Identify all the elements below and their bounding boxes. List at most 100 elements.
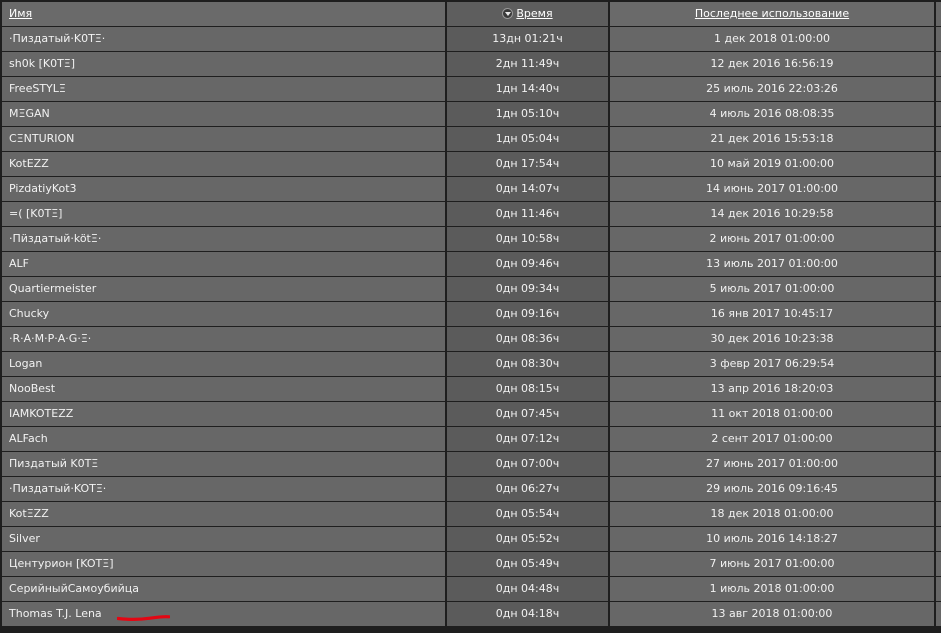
cell-time: 0дн 14:07ч: [447, 177, 608, 201]
cell-name: MΞGAN: [2, 102, 445, 126]
row-scroll-edge: [936, 527, 941, 551]
row-scroll-edge: [936, 377, 941, 401]
table-row[interactable]: ·Пӥздатый·kötΞ· 0дн 10:58ч 2 июнь 2017 01:…: [0, 227, 941, 251]
cell-name: ·R·A·M·P·A·G·Ξ·: [2, 327, 445, 351]
cell-time: 0дн 05:52ч: [447, 527, 608, 551]
row-scroll-edge: [936, 77, 941, 101]
sort-descending-icon[interactable]: [502, 8, 514, 19]
row-scroll-edge: [936, 27, 941, 51]
header-time[interactable]: Время: [447, 2, 608, 26]
table-row[interactable]: CΞNTURION 1дн 05:04ч 21 дек 2016 15:53:18: [0, 127, 941, 151]
cell-name: Silver: [2, 527, 445, 551]
row-scroll-edge: [936, 302, 941, 326]
table-row[interactable]: Thomas T.J. Lena 0дн 04:18ч 13 авг 2018 01…: [0, 602, 941, 626]
cell-time: 0дн 11:46ч: [447, 202, 608, 226]
row-scroll-edge: [936, 402, 941, 426]
cell-time: 0дн 07:00ч: [447, 452, 608, 476]
cell-name: CΞNTURION: [2, 127, 445, 151]
row-scroll-edge: [936, 227, 941, 251]
header-name-link[interactable]: Имя: [9, 7, 32, 20]
table-row[interactable]: KotΞZZ 0дн 05:54ч 18 дек 2018 01:00:00: [0, 502, 941, 526]
table-row[interactable]: FreeSTYLΞ 1дн 14:40ч 25 июль 2016 22:03:26: [0, 77, 941, 101]
cell-last-used: 10 июль 2016 14:18:27: [610, 527, 934, 551]
table-row[interactable]: ALF 0дн 09:46ч 13 июль 2017 01:00:00: [0, 252, 941, 276]
table-row[interactable]: Пиздатый K0TΞ 0дн 07:00ч 27 июнь 2017 01:0…: [0, 452, 941, 476]
row-scroll-edge: [936, 277, 941, 301]
table-row[interactable]: СерийныйСамоубийца 0дн 04:48ч 1 июль 2018 …: [0, 577, 941, 601]
row-scroll-edge: [936, 252, 941, 276]
table-row[interactable]: Центурион [KOTΞ] 0дн 05:49ч 7 июнь 2017 01…: [0, 552, 941, 576]
cell-time: 0дн 08:30ч: [447, 352, 608, 376]
cell-name: =( [K0TΞ]: [2, 202, 445, 226]
cell-last-used: 7 июнь 2017 01:00:00: [610, 552, 934, 576]
row-scroll-edge: [936, 577, 941, 601]
row-scroll-edge: [936, 352, 941, 376]
table-row[interactable]: IAMKOTEZZ 0дн 07:45ч 11 окт 2018 01:00:00: [0, 402, 941, 426]
cell-name: СерийныйСамоубийца: [2, 577, 445, 601]
cell-name: Logan: [2, 352, 445, 376]
cell-time: 1дн 05:04ч: [447, 127, 608, 151]
table-row[interactable]: Logan 0дн 08:30ч 3 февр 2017 06:29:54: [0, 352, 941, 376]
row-scroll-edge: [936, 202, 941, 226]
table-row[interactable]: Silver 0дн 05:52ч 10 июль 2016 14:18:27: [0, 527, 941, 551]
cell-time: 0дн 09:16ч: [447, 302, 608, 326]
cell-name: KotΞZZ: [2, 502, 445, 526]
cell-time: 0дн 04:48ч: [447, 577, 608, 601]
cell-last-used: 27 июнь 2017 01:00:00: [610, 452, 934, 476]
table-row[interactable]: sh0k [K0TΞ] 2дн 11:49ч 12 дек 2016 16:56:1…: [0, 52, 941, 76]
header-name[interactable]: Имя: [2, 2, 445, 26]
cell-time: 0дн 05:54ч: [447, 502, 608, 526]
cell-last-used: 14 дек 2016 10:29:58: [610, 202, 934, 226]
table-row[interactable]: Chucky 0дн 09:16ч 16 янв 2017 10:45:17: [0, 302, 941, 326]
table-row[interactable]: ALFach 0дн 07:12ч 2 сент 2017 01:00:00: [0, 427, 941, 451]
table-row[interactable]: ·Пиздатый·K0TΞ· 13дн 01:21ч 1 дек 2018 01:…: [0, 27, 941, 51]
cell-last-used: 25 июль 2016 22:03:26: [610, 77, 934, 101]
cell-time: 0дн 06:27ч: [447, 477, 608, 501]
cell-last-used: 2 июнь 2017 01:00:00: [610, 227, 934, 251]
header-scroll-edge: [936, 2, 941, 26]
cell-name: Quartiermeister: [2, 277, 445, 301]
cell-time: 0дн 07:45ч: [447, 402, 608, 426]
table-row[interactable]: NooBest 0дн 08:15ч 13 апр 2016 18:20:03: [0, 377, 941, 401]
table-row[interactable]: MΞGAN 1дн 05:10ч 4 июль 2016 08:08:35: [0, 102, 941, 126]
cell-last-used: 1 дек 2018 01:00:00: [610, 27, 934, 51]
table-header: Имя Время Последнее использование: [0, 2, 941, 26]
cell-last-used: 13 июль 2017 01:00:00: [610, 252, 934, 276]
cell-last-used: 2 сент 2017 01:00:00: [610, 427, 934, 451]
cell-name: ALFach: [2, 427, 445, 451]
cell-last-used: 1 июль 2018 01:00:00: [610, 577, 934, 601]
cell-time: 0дн 17:54ч: [447, 152, 608, 176]
cell-time: 0дн 09:34ч: [447, 277, 608, 301]
table-row[interactable]: KotEZZ 0дн 17:54ч 10 май 2019 01:00:00: [0, 152, 941, 176]
cell-last-used: 12 дек 2016 16:56:19: [610, 52, 934, 76]
table-row[interactable]: PizdatiyKot3 0дн 14:07ч 14 июнь 2017 01:00…: [0, 177, 941, 201]
header-last-used-link[interactable]: Последнее использование: [695, 7, 849, 20]
table-row[interactable]: =( [K0TΞ] 0дн 11:46ч 14 дек 2016 10:29:58: [0, 202, 941, 226]
cell-name: Пиздатый K0TΞ: [2, 452, 445, 476]
cell-time: 13дн 01:21ч: [447, 27, 608, 51]
cell-last-used: 4 июль 2016 08:08:35: [610, 102, 934, 126]
cell-name: ·Пӥздатый·kötΞ·: [2, 227, 445, 251]
cell-name: Центурион [KOTΞ]: [2, 552, 445, 576]
cell-last-used: 10 май 2019 01:00:00: [610, 152, 934, 176]
cell-time: 0дн 08:15ч: [447, 377, 608, 401]
cell-last-used: 18 дек 2018 01:00:00: [610, 502, 934, 526]
row-scroll-edge: [936, 127, 941, 151]
row-scroll-edge: [936, 52, 941, 76]
cell-last-used: 3 февр 2017 06:29:54: [610, 352, 934, 376]
cell-last-used: 30 дек 2016 10:23:38: [610, 327, 934, 351]
table-row[interactable]: Quartiermeister 0дн 09:34ч 5 июль 2017 01:…: [0, 277, 941, 301]
table-row[interactable]: ·Пиздатый·KOTΞ· 0дн 06:27ч 29 июль 2016 09…: [0, 477, 941, 501]
header-time-link[interactable]: Время: [516, 7, 552, 20]
row-scroll-edge: [936, 602, 941, 626]
cell-last-used: 13 апр 2016 18:20:03: [610, 377, 934, 401]
players-table: Имя Время Последнее использование ·Пизда…: [0, 0, 941, 633]
cell-time: 2дн 11:49ч: [447, 52, 608, 76]
cell-name: Chucky: [2, 302, 445, 326]
table-row[interactable]: ·R·A·M·P·A·G·Ξ· 0дн 08:36ч 30 дек 2016 10:…: [0, 327, 941, 351]
cell-name: IAMKOTEZZ: [2, 402, 445, 426]
header-last-used[interactable]: Последнее использование: [610, 2, 934, 26]
cell-name: ·Пиздатый·K0TΞ·: [2, 27, 445, 51]
cell-time: 0дн 05:49ч: [447, 552, 608, 576]
cell-last-used: 14 июнь 2017 01:00:00: [610, 177, 934, 201]
